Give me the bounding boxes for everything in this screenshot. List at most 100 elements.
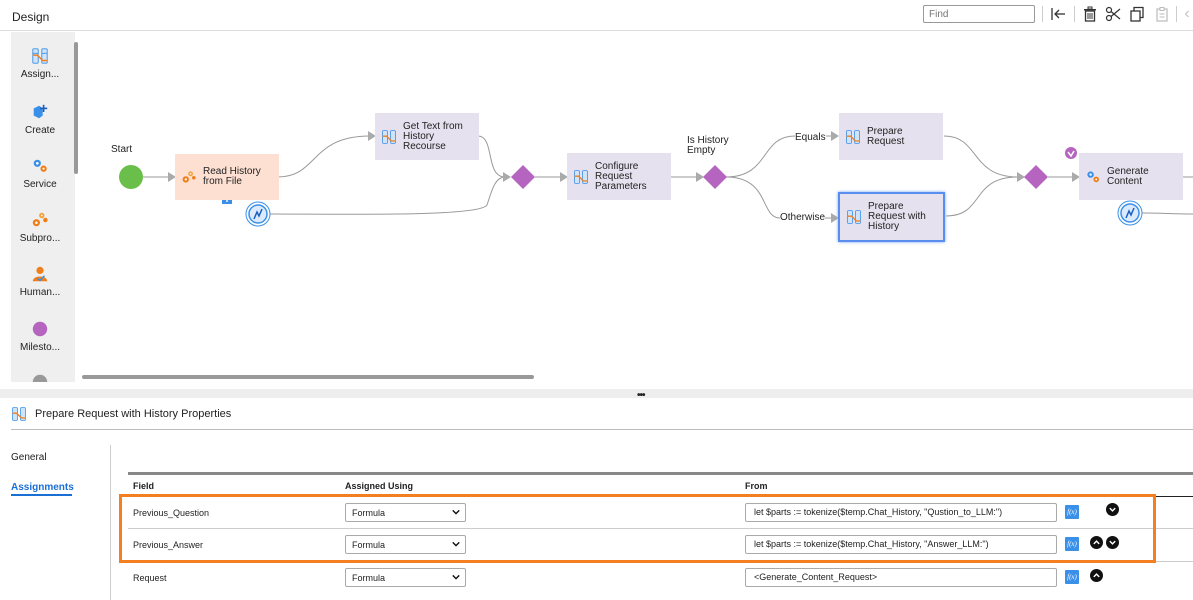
divider bbox=[11, 429, 1193, 430]
node-label: Prepare Request with History bbox=[868, 201, 926, 232]
from-expression-input[interactable]: let $parts := tokenize($temp.Chat_Histor… bbox=[745, 503, 1057, 522]
select-value: Formula bbox=[352, 573, 386, 583]
start-label: Start bbox=[111, 144, 133, 155]
palette-item-create[interactable]: Create bbox=[11, 102, 69, 136]
tab-assignments[interactable]: Assignments bbox=[11, 482, 74, 493]
node-label: Configure Request Parameters bbox=[595, 160, 647, 192]
chevron-up-icon bbox=[1093, 573, 1100, 578]
assignment-icon bbox=[846, 129, 860, 144]
assignment-icon bbox=[12, 407, 26, 421]
from-expression-input[interactable]: let $parts := tokenize($temp.Chat_Histor… bbox=[745, 535, 1057, 554]
start-event[interactable] bbox=[119, 165, 143, 189]
event-marker-icon bbox=[1065, 147, 1077, 159]
palette-item-label: Subpro... bbox=[19, 233, 61, 244]
assigned-using-select[interactable]: Formula bbox=[345, 568, 466, 587]
palette-item-label: Service bbox=[23, 179, 57, 190]
top-bar: Design bbox=[0, 0, 1193, 30]
subprocess-icon bbox=[182, 171, 196, 183]
active-tab-indicator bbox=[11, 494, 72, 496]
delete-icon[interactable] bbox=[1081, 5, 1099, 23]
palette-item-label: Human... bbox=[19, 287, 61, 298]
create-icon bbox=[30, 102, 50, 122]
assignment-icon bbox=[382, 129, 396, 144]
chevron-down-icon bbox=[1109, 540, 1116, 545]
service-icon bbox=[30, 156, 50, 176]
palette-item-assignment[interactable]: Assign... bbox=[11, 46, 69, 80]
milestone-icon bbox=[30, 319, 50, 339]
copy-icon[interactable] bbox=[1128, 5, 1146, 23]
merge-gateway[interactable] bbox=[1024, 165, 1048, 189]
find-input[interactable] bbox=[923, 5, 1035, 23]
chevron-up-icon bbox=[1093, 540, 1100, 545]
divider bbox=[110, 445, 111, 600]
service-icon bbox=[1087, 170, 1099, 182]
toolbar-divider bbox=[1042, 6, 1043, 22]
canvas-border bbox=[0, 30, 1193, 31]
chevron-down-icon bbox=[452, 574, 460, 580]
palette-item-more[interactable] bbox=[11, 372, 69, 382]
assigned-using-select[interactable]: Formula bbox=[345, 535, 466, 554]
panel-splitter[interactable] bbox=[0, 389, 1193, 398]
node-prepare-request-with-history[interactable]: Prepare Request with History bbox=[838, 192, 945, 242]
assignment-icon bbox=[847, 210, 861, 224]
node-configure-request[interactable]: Configure Request Parameters bbox=[567, 153, 671, 200]
column-header-field: Field bbox=[133, 481, 155, 491]
field-name: Previous_Question bbox=[133, 508, 210, 518]
node-get-text[interactable]: Get Text from History Recourse bbox=[375, 113, 479, 160]
human-task-icon bbox=[30, 264, 50, 284]
toolbar-divider bbox=[1074, 6, 1075, 22]
field-name: Previous_Answer bbox=[133, 540, 204, 550]
field-name: Request bbox=[133, 573, 167, 583]
move-up-button[interactable] bbox=[1090, 569, 1103, 582]
select-value: Formula bbox=[352, 540, 386, 550]
chevron-down-icon bbox=[452, 541, 460, 547]
move-down-button[interactable] bbox=[1106, 536, 1119, 549]
move-up-button[interactable] bbox=[1090, 536, 1103, 549]
palette-item-service[interactable]: Service bbox=[11, 156, 69, 190]
boundary-event-icon[interactable] bbox=[1117, 200, 1143, 226]
select-value: Formula bbox=[352, 508, 386, 518]
branch-label-equals: Equals bbox=[795, 132, 826, 143]
subprocess-icon bbox=[30, 210, 50, 230]
chevron-down-icon bbox=[452, 509, 460, 515]
node-label: Generate Content bbox=[1107, 165, 1149, 187]
column-header-from: From bbox=[745, 481, 768, 491]
decision-label: Is History Empty bbox=[687, 135, 729, 156]
toolbar-divider bbox=[1176, 6, 1177, 22]
branch-label-otherwise: Otherwise bbox=[780, 212, 826, 223]
palette-item-milestone[interactable]: Milesto... bbox=[11, 319, 69, 353]
palette-item-label: Assign... bbox=[20, 69, 60, 80]
palette-scrollbar[interactable] bbox=[74, 42, 78, 174]
assignment-icon bbox=[574, 169, 588, 184]
formula-editor-button[interactable]: f(x) bbox=[1065, 570, 1079, 584]
formula-editor-button[interactable]: f(x) bbox=[1065, 505, 1079, 519]
palette-item-subprocess[interactable]: Subpro... bbox=[11, 210, 69, 244]
diagram-horizontal-scrollbar[interactable] bbox=[82, 375, 534, 379]
node-generate-content[interactable]: Generate Content bbox=[1079, 153, 1183, 200]
drag-handle-icon[interactable]: ••• bbox=[637, 390, 645, 401]
properties-title: Prepare Request with History Properties bbox=[35, 408, 232, 420]
collapse-left-icon[interactable] bbox=[1049, 5, 1067, 23]
column-header-assigned-using: Assigned Using bbox=[345, 481, 414, 491]
from-expression-input[interactable]: <Generate_Content_Request> bbox=[745, 568, 1057, 587]
paste-icon bbox=[1153, 5, 1171, 23]
merge-gateway[interactable] bbox=[511, 165, 535, 189]
node-read-history[interactable]: Read History from File bbox=[175, 154, 279, 200]
chevron-left-icon[interactable] bbox=[1181, 5, 1193, 23]
tab-general[interactable]: General bbox=[11, 452, 47, 463]
palette-item-human-task[interactable]: Human... bbox=[11, 264, 69, 298]
process-diagram bbox=[119, 131, 1193, 227]
node-label: Read History from File bbox=[203, 166, 261, 187]
node-prepare-request[interactable]: Prepare Request bbox=[839, 113, 943, 160]
formula-editor-button[interactable]: f(x) bbox=[1065, 537, 1079, 551]
boundary-event-icon[interactable] bbox=[245, 201, 271, 227]
move-down-button[interactable] bbox=[1106, 503, 1119, 516]
circle-icon bbox=[30, 372, 50, 382]
decision-gateway[interactable] bbox=[703, 165, 727, 189]
palette-item-label: Create bbox=[24, 125, 55, 136]
palette-sidebar: Assign... Create Service Subpro... Human… bbox=[11, 32, 75, 382]
assigned-using-select[interactable]: Formula bbox=[345, 503, 466, 522]
row-divider bbox=[128, 528, 1193, 529]
cut-icon[interactable] bbox=[1104, 5, 1122, 23]
divider bbox=[1150, 496, 1193, 497]
